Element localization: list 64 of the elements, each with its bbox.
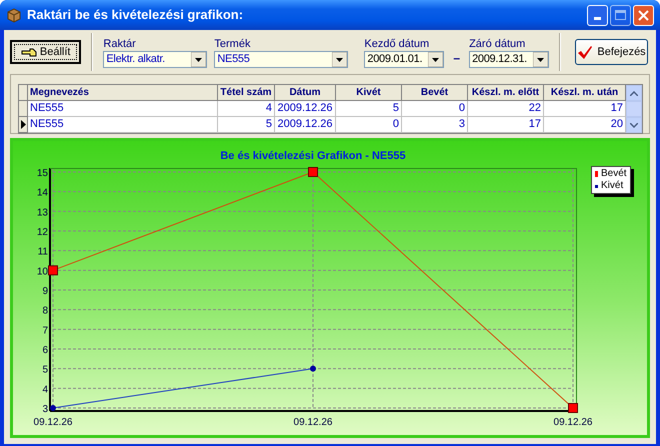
dropdown-arrow-icon[interactable] bbox=[191, 52, 206, 66]
scrollbar[interactable] bbox=[626, 85, 642, 133]
y-tick-label: 8 bbox=[42, 306, 48, 317]
close-icon bbox=[638, 10, 649, 20]
row-header-cell[interactable] bbox=[19, 117, 28, 133]
column-header[interactable]: Tétel szám bbox=[218, 85, 275, 101]
maximize-button[interactable] bbox=[610, 4, 631, 26]
maximize-icon bbox=[615, 10, 626, 20]
minimize-icon bbox=[594, 16, 601, 20]
dropdown-field[interactable]: Elektr. alkatr. bbox=[103, 50, 208, 68]
y-tick-label: 10 bbox=[36, 266, 48, 278]
y-tick-label: 6 bbox=[42, 345, 48, 356]
dropdown-field[interactable]: 2009.12.31. bbox=[469, 50, 550, 68]
y-tick-label: 7 bbox=[42, 325, 48, 336]
field-label: Záró dátum bbox=[469, 36, 526, 50]
y-tick-label: 3 bbox=[42, 404, 48, 415]
scroll-down-icon[interactable] bbox=[630, 122, 638, 128]
field-label: Raktár bbox=[103, 36, 137, 50]
dropdown-field[interactable]: NE555 bbox=[214, 50, 348, 68]
y-tick-label: 14 bbox=[36, 188, 48, 199]
dropdown-arrow-icon[interactable] bbox=[533, 52, 548, 66]
column-header[interactable]: Bevét bbox=[402, 85, 468, 101]
legend-label: Kivét bbox=[601, 180, 624, 192]
apply-button[interactable]: Beállít bbox=[10, 40, 82, 64]
minimize-button[interactable] bbox=[587, 4, 608, 26]
column-header[interactable]: Készl. m. előtt bbox=[468, 85, 544, 101]
column-header[interactable]: Kivét bbox=[336, 85, 402, 101]
box-icon bbox=[6, 7, 22, 23]
y-tick-label: 15 bbox=[36, 168, 48, 179]
column-header[interactable]: Megnevezés bbox=[28, 85, 218, 101]
table-row[interactable]: NE555 5 2009.12.26 0 3 17 20 bbox=[28, 117, 626, 133]
table-row[interactable]: NE555 4 2009.12.26 5 0 22 17 bbox=[28, 101, 626, 117]
window-title: Raktári be és kivételezési grafikon: bbox=[27, 6, 244, 24]
table-cell: 3 bbox=[402, 117, 468, 133]
row-header-cell[interactable] bbox=[19, 101, 28, 117]
dropdown-arrow-icon[interactable] bbox=[332, 52, 348, 66]
y-tick-label: 4 bbox=[42, 384, 48, 396]
field-label: Kezdő dátum bbox=[364, 36, 430, 50]
dropdown-field[interactable]: 2009.01.01. bbox=[364, 50, 444, 68]
y-tick-label: 13 bbox=[36, 207, 48, 218]
finish-button[interactable]: Befejezés bbox=[575, 39, 648, 65]
x-tick-label: 09.12.26 bbox=[294, 417, 332, 428]
checkmark-icon bbox=[577, 44, 594, 60]
table-cell: 17 bbox=[468, 117, 544, 133]
table-cell: 0 bbox=[336, 117, 402, 133]
field-label: Termék bbox=[214, 36, 252, 50]
x-tick-label: 09.12.26 bbox=[34, 417, 72, 428]
column-header[interactable]: Készl. m. után bbox=[544, 85, 626, 101]
y-tick-label: 11 bbox=[38, 246, 48, 258]
pointing-hand-icon bbox=[20, 46, 37, 58]
date-separator: – bbox=[452, 50, 462, 66]
chart-title: Be és kivételezési Grafikon - NE555 bbox=[220, 150, 406, 162]
y-tick-label: 9 bbox=[42, 286, 48, 297]
table-cell: 2009.12.26 bbox=[275, 117, 336, 133]
column-header[interactable]: Dátum bbox=[275, 85, 336, 101]
table-cell: NE555 bbox=[28, 117, 218, 133]
y-tick-label: 5 bbox=[42, 364, 48, 376]
x-tick-label: 09.12.26 bbox=[554, 417, 592, 428]
table-cell: 5 bbox=[218, 117, 275, 133]
legend-label: Bevét bbox=[601, 168, 627, 180]
dropdown-arrow-icon[interactable] bbox=[428, 52, 444, 66]
close-button[interactable] bbox=[633, 4, 654, 26]
scroll-up-icon[interactable] bbox=[630, 90, 638, 96]
y-tick-label: 12 bbox=[36, 227, 48, 238]
